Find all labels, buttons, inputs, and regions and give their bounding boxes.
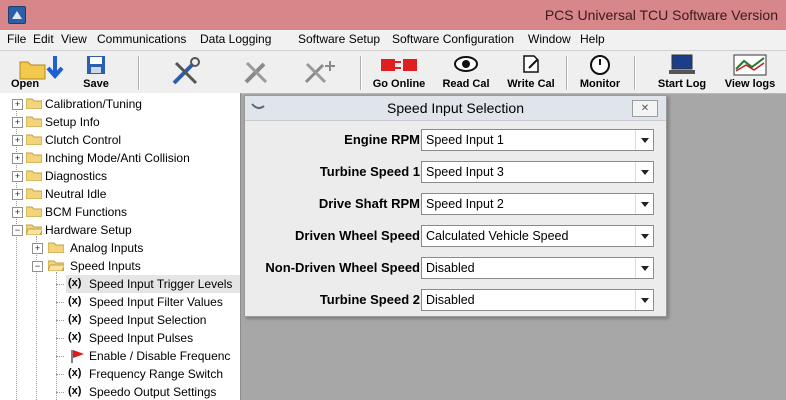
eye-icon	[454, 56, 478, 72]
folder-icon	[48, 242, 64, 253]
folder-open-icon	[26, 224, 42, 235]
expand-toggle[interactable]: +	[12, 189, 23, 200]
dialog-title-bar[interactable]: Speed Input Selection ✕	[245, 96, 666, 121]
folder-icon	[26, 116, 42, 127]
folder-icon	[26, 152, 42, 163]
dropdown-arrow-icon[interactable]	[635, 130, 653, 150]
non-driven-wheel-speed-label: Non-Driven Wheel Speed	[265, 260, 420, 275]
folder-icon	[26, 206, 42, 217]
view-logs-button[interactable]: View logs	[716, 51, 784, 93]
dropdown-arrow-icon[interactable]	[635, 194, 653, 214]
tree-line	[56, 356, 64, 357]
turbine-speed-1-label: Turbine Speed 1	[319, 164, 420, 179]
turbine-speed-2-label: Turbine Speed 2	[319, 292, 420, 307]
menu-software-configuration[interactable]: Software Configuration	[392, 32, 514, 46]
monitor-button[interactable]: Monitor	[573, 51, 627, 93]
tree-line	[56, 284, 64, 285]
folder-open-icon	[48, 260, 64, 271]
dropdown-arrow-icon[interactable]	[635, 290, 653, 310]
non-driven-wheel-speed-select[interactable]: Disabled	[421, 257, 654, 279]
menu-window[interactable]: Window	[528, 32, 571, 46]
expand-toggle[interactable]: +	[12, 207, 23, 218]
driven-wheel-speed-select[interactable]: Calculated Vehicle Speed	[421, 225, 654, 247]
toolbar: Open Save Go Online Read Cal Write Cal M…	[0, 50, 786, 94]
start-log-button[interactable]: Start Log	[648, 51, 716, 93]
document-pen-icon	[523, 55, 539, 73]
expand-toggle[interactable]: +	[12, 99, 23, 110]
tree-line	[56, 320, 64, 321]
tools-disabled-button[interactable]	[236, 51, 276, 93]
dropdown-arrow-icon[interactable]	[635, 226, 653, 246]
menu-view[interactable]: View	[61, 32, 87, 46]
close-button[interactable]: ✕	[632, 100, 658, 117]
open-button[interactable]: Open	[8, 51, 78, 93]
gauge-icon	[590, 55, 610, 75]
speed-input-selection-dialog: Speed Input Selection ✕ Engine RPM Speed…	[244, 95, 667, 317]
wrench-screwdriver-disabled-icon	[244, 61, 268, 84]
title-bar: PCS Universal TCU Software Version	[0, 0, 786, 30]
tree-line	[56, 272, 57, 400]
toolbar-separator	[138, 56, 140, 90]
wrench-plus-icon	[304, 61, 335, 84]
wrench-screwdriver-icon	[172, 57, 200, 85]
menu-edit[interactable]: Edit	[33, 32, 54, 46]
plug-connect-icon	[381, 59, 417, 71]
expand-toggle[interactable]: +	[12, 135, 23, 146]
dropdown-arrow-icon[interactable]	[635, 162, 653, 182]
save-disk-icon	[87, 56, 105, 74]
open-folder-icon	[19, 56, 64, 80]
engine-rpm-label: Engine RPM	[344, 132, 420, 147]
add-tool-button[interactable]	[300, 51, 340, 93]
save-button[interactable]: Save	[78, 51, 114, 93]
toolbar-separator	[634, 56, 636, 90]
log-graph-icon	[733, 54, 767, 76]
turbine-speed-1-select[interactable]: Speed Input 3	[421, 161, 654, 183]
expand-toggle[interactable]: +	[32, 243, 43, 254]
toolbar-separator	[360, 56, 362, 90]
expand-toggle[interactable]: +	[12, 171, 23, 182]
toolbar-separator	[566, 56, 568, 90]
tree-line	[56, 392, 64, 393]
turbine-speed-2-select[interactable]: Disabled	[421, 289, 654, 311]
menu-communications[interactable]: Communications	[97, 32, 186, 46]
go-online-button[interactable]: Go Online	[366, 51, 432, 93]
laptop-icon	[669, 54, 695, 74]
tree-leaf-speed-input-trigger-levels[interactable]: (x) Speed Input Trigger Levels	[56, 275, 240, 293]
engine-rpm-select[interactable]: Speed Input 1	[421, 129, 654, 151]
tree-line	[56, 338, 64, 339]
drive-shaft-rpm-select[interactable]: Speed Input 2	[421, 193, 654, 215]
tree-line	[56, 302, 64, 303]
app-icon	[8, 6, 26, 24]
menu-help[interactable]: Help	[580, 32, 605, 46]
folder-icon	[26, 98, 42, 109]
tools-button[interactable]	[165, 51, 205, 93]
tree-line	[56, 374, 64, 375]
menu-data-logging[interactable]: Data Logging	[200, 32, 271, 46]
folder-icon	[26, 170, 42, 181]
red-flag-icon	[71, 350, 84, 363]
folder-icon	[26, 188, 42, 199]
write-cal-button[interactable]: Write Cal	[500, 51, 562, 93]
expand-toggle[interactable]: +	[12, 153, 23, 164]
menu-file[interactable]: File	[7, 32, 26, 46]
dropdown-arrow-icon[interactable]	[635, 258, 653, 278]
menu-software-setup[interactable]: Software Setup	[298, 32, 380, 46]
expand-toggle[interactable]: +	[12, 117, 23, 128]
dialog-title: Speed Input Selection	[387, 100, 524, 116]
window-title: PCS Universal TCU Software Version	[544, 7, 778, 23]
collapse-toggle[interactable]: −	[12, 225, 23, 236]
drive-shaft-rpm-label: Drive Shaft RPM	[318, 196, 420, 211]
navigation-tree[interactable]: + Calibration/Tuning + Setup Info + Clut…	[0, 93, 241, 400]
collapse-toggle[interactable]: −	[32, 261, 43, 272]
menu-bar: File Edit View Communications Data Loggi…	[0, 30, 786, 50]
read-cal-button[interactable]: Read Cal	[432, 51, 500, 93]
driven-wheel-speed-label: Driven Wheel Speed	[295, 228, 420, 243]
folder-icon	[26, 134, 42, 145]
